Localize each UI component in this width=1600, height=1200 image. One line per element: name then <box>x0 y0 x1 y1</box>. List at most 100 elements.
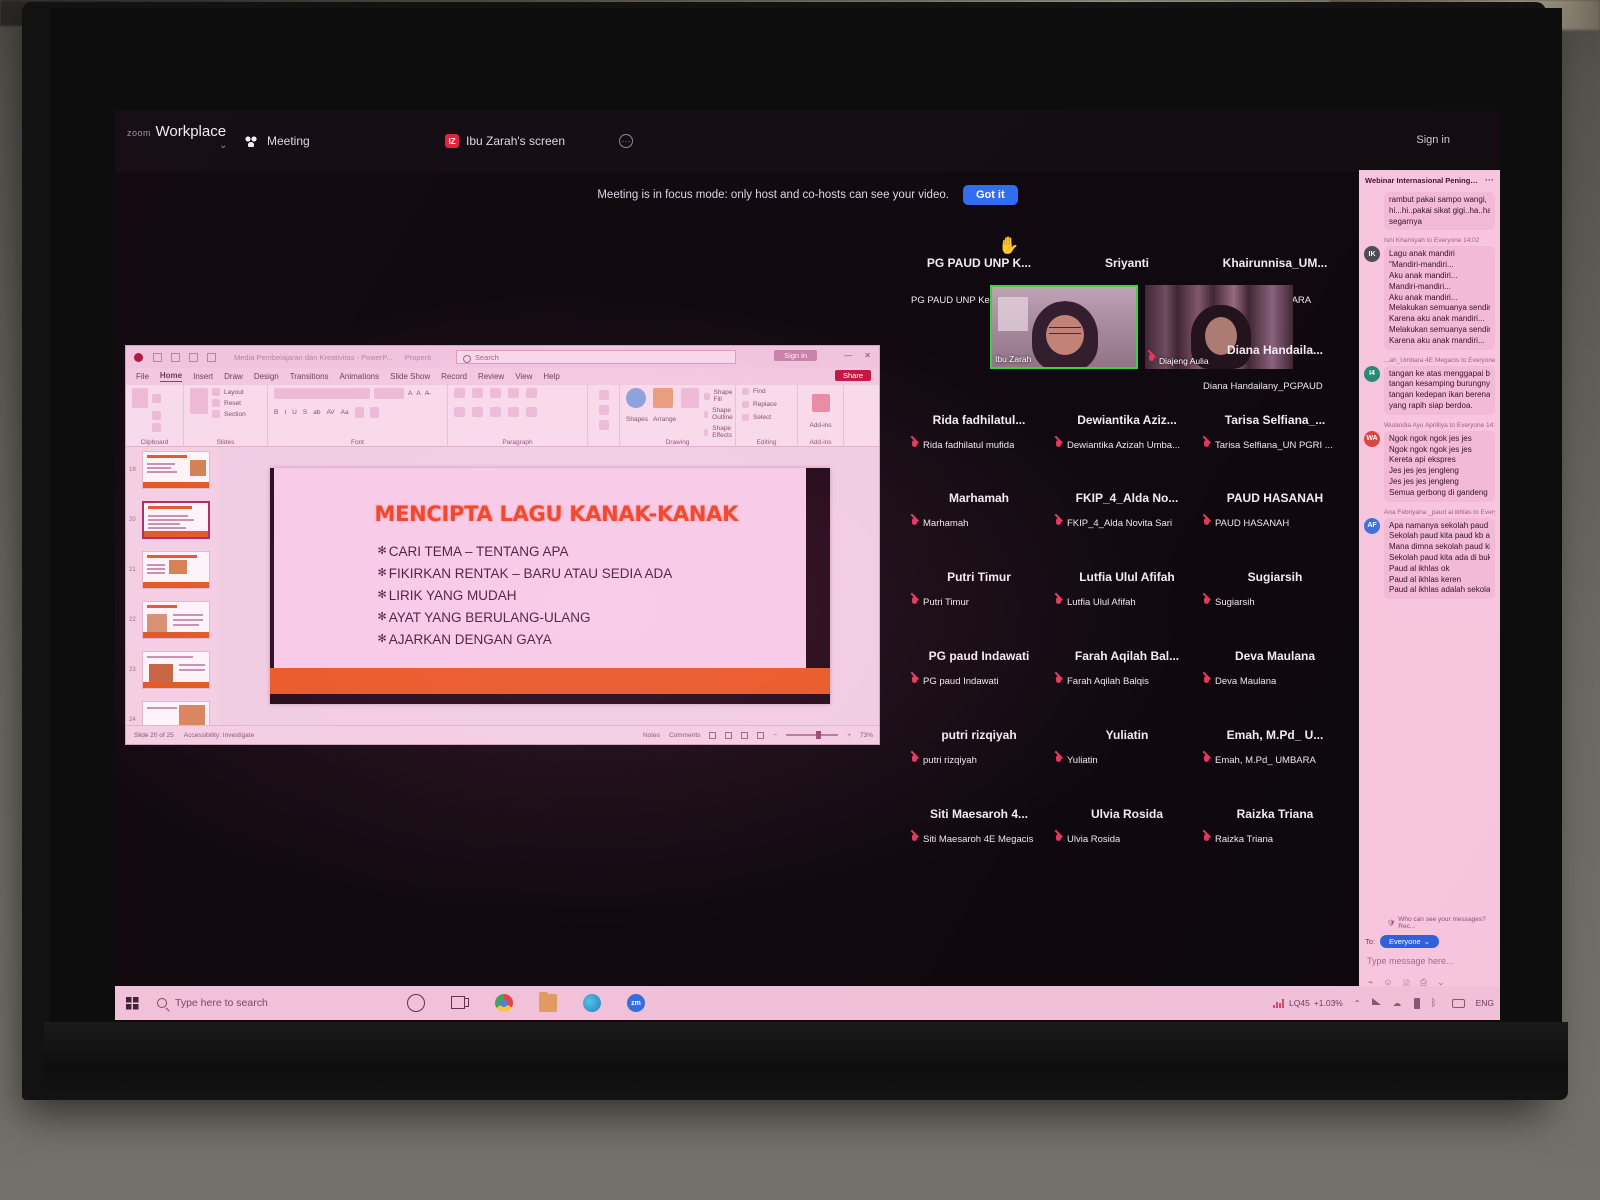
ribbon-tab-design[interactable]: Design <box>254 372 279 381</box>
file-explorer-icon[interactable] <box>539 992 557 1012</box>
slide-thumbnail-card[interactable] <box>142 651 210 689</box>
replace-icon[interactable] <box>742 401 749 408</box>
taskbar-search-box[interactable]: Type here to search <box>157 997 268 1009</box>
reset-icon[interactable] <box>212 399 220 407</box>
italic-icon[interactable]: I <box>284 409 286 416</box>
network-icon[interactable] <box>1372 998 1382 1008</box>
more-options-icon[interactable]: ··· <box>619 134 633 148</box>
video-tile-host[interactable]: Ibu Zarah <box>990 285 1138 369</box>
font-color-icon[interactable] <box>354 407 364 418</box>
change-case-icon[interactable]: Aa <box>341 409 349 416</box>
participant-tile[interactable]: Sriyanti <box>1053 256 1201 270</box>
slide-thumbnail[interactable]: 23 <box>126 651 218 697</box>
cortana-icon[interactable] <box>407 994 425 1012</box>
section-icon[interactable] <box>212 410 220 418</box>
participant-tile[interactable]: Yuliatin Yuliatin <box>1053 728 1201 766</box>
add-ins-icon[interactable] <box>811 394 830 412</box>
ribbon-tab-animations[interactable]: Animations <box>340 372 380 381</box>
accessibility-status[interactable]: Accessibility: Investigate <box>184 732 254 739</box>
got-it-button[interactable]: Got it <box>962 185 1018 205</box>
ribbon-group-clipboard[interactable]: Clipboard <box>126 385 184 447</box>
strikethrough-icon[interactable]: S <box>303 409 307 416</box>
select-icon[interactable] <box>742 414 749 421</box>
slide-thumbnail-panel[interactable]: 19 20 21 22 23 24 <box>126 447 218 725</box>
bullets-icon[interactable] <box>454 388 465 398</box>
slide-thumbnail[interactable]: 20 <box>126 501 218 547</box>
window-controls[interactable]: — ✕ <box>844 351 871 360</box>
system-tray[interactable]: LQ45 +1.03% ⌃ ☁ ᛒ ENG <box>1273 997 1494 1009</box>
slide-thumbnail[interactable]: 19 <box>126 451 218 497</box>
share-button[interactable]: Share <box>834 370 871 381</box>
justify-icon[interactable] <box>508 407 519 417</box>
align-text-icon[interactable] <box>598 405 609 415</box>
text-direction-icon[interactable] <box>598 390 609 400</box>
participant-tile[interactable]: Tarisa Selfiana_... Tarisa Selfiana_UN P… <box>1201 413 1349 451</box>
participant-tile[interactable]: Raizka Triana Raizka Triana <box>1201 807 1349 845</box>
participant-tile[interactable]: Emah, M.Pd_ U... Emah, M.Pd_ UMBARA <box>1201 728 1349 766</box>
ribbon-group-paragraph[interactable]: Paragraph <box>448 385 588 447</box>
increase-indent-icon[interactable] <box>508 388 519 398</box>
bold-icon[interactable]: B <box>274 409 278 416</box>
paste-icon[interactable] <box>132 388 148 408</box>
chat-more-icon[interactable]: ··· <box>1485 175 1494 185</box>
search-input[interactable]: Search <box>456 350 736 364</box>
participant-tile[interactable]: Khairunnisa_UM... <box>1201 256 1349 270</box>
start-button[interactable] <box>115 986 149 1020</box>
onedrive-icon[interactable]: ☁ <box>1393 998 1403 1008</box>
zoom-in-button[interactable]: + <box>847 732 851 739</box>
screen-share-indicator[interactable]: IZ Ibu Zarah's screen <box>445 134 565 148</box>
participant-tile[interactable]: Sugiarsih Sugiarsih <box>1201 570 1349 608</box>
participant-tile[interactable]: putri rizqiyah putri rizqiyah <box>905 728 1053 766</box>
decrease-font-icon[interactable]: A <box>416 390 420 397</box>
layout-icon[interactable] <box>212 388 220 396</box>
comments-button[interactable]: Comments <box>669 732 700 739</box>
font-family-dropdown[interactable] <box>274 388 370 399</box>
slide-thumbnail-card[interactable] <box>142 451 210 489</box>
task-view-icon[interactable] <box>451 994 469 1012</box>
text-highlight-icon[interactable] <box>369 407 379 418</box>
participant-tile[interactable]: Ulvia Rosida Ulvia Rosida <box>1053 807 1201 845</box>
save-icon[interactable] <box>153 352 162 362</box>
chat-message-input[interactable]: Type message here... <box>1359 951 1500 971</box>
align-left-icon[interactable] <box>454 407 465 417</box>
cut-icon[interactable] <box>152 393 161 403</box>
chat-recipient-dropdown[interactable]: Everyone ⌄ <box>1380 935 1439 948</box>
quick-access-toolbar[interactable] <box>153 352 216 362</box>
shape-fill-icon[interactable] <box>704 392 710 400</box>
ribbon-tab-record[interactable]: Record <box>441 372 467 381</box>
smartart-icon[interactable] <box>598 420 609 430</box>
show-hidden-icons-icon[interactable]: ⌃ <box>1354 999 1361 1008</box>
participant-tile[interactable]: FKIP_4_Alda No... FKIP_4_Alda Novita Sar… <box>1053 491 1201 529</box>
ribbon-tab-file[interactable]: File <box>136 372 149 381</box>
slide-thumbnail[interactable]: 22 <box>126 601 218 647</box>
ribbon-tab-home[interactable]: Home <box>159 371 183 382</box>
taskbar-icon-group[interactable]: zm <box>407 992 645 1012</box>
keyboard-icon[interactable] <box>1451 998 1465 1008</box>
battery-icon[interactable] <box>1413 997 1420 1009</box>
character-spacing-icon[interactable]: AV <box>326 409 334 416</box>
participant-tile[interactable]: PAUD HASANAH PAUD HASANAH <box>1201 491 1349 529</box>
undo-icon[interactable] <box>171 352 180 362</box>
sorter-view-icon[interactable] <box>725 731 733 739</box>
numbering-icon[interactable] <box>472 388 483 398</box>
participant-tile[interactable]: Rida fadhilatul... Rida fadhilatul mufid… <box>905 413 1053 451</box>
new-slide-icon[interactable] <box>190 388 208 414</box>
shape-effects-icon[interactable] <box>704 428 709 436</box>
copy-icon[interactable] <box>152 411 161 420</box>
bluetooth-icon[interactable]: ᛒ <box>1431 998 1441 1009</box>
slide-editing-area[interactable]: MENCIPTA LAGU KANAK-KANAK ✻ CARI TEMA – T… <box>218 447 879 725</box>
ribbon-tab-help[interactable]: Help <box>543 372 559 381</box>
participant-tile[interactable]: Farah Aqilah Bal... Farah Aqilah Balqis <box>1053 649 1201 687</box>
zoom-out-button[interactable]: − <box>773 732 777 739</box>
slide-thumbnail-card-selected[interactable] <box>142 501 210 539</box>
ribbon-group-font[interactable]: A A A̶ B I U S ab AV Aa Font <box>268 385 448 447</box>
increase-font-icon[interactable]: A <box>408 390 412 397</box>
chrome-icon[interactable] <box>495 994 513 1012</box>
reading-view-icon[interactable] <box>741 731 749 739</box>
powerpoint-sign-in[interactable]: Sign in <box>774 350 817 361</box>
tab-meeting[interactable]: Meeting <box>245 134 310 148</box>
participant-tile[interactable]: Marhamah Marhamah <box>905 491 1053 529</box>
current-slide[interactable]: MENCIPTA LAGU KANAK-KANAK ✻ CARI TEMA – T… <box>269 468 830 704</box>
ribbon-group-drawing[interactable]: Shapes Arrange Shape Fill Shape Outline <box>620 385 736 447</box>
present-icon[interactable] <box>207 352 216 362</box>
